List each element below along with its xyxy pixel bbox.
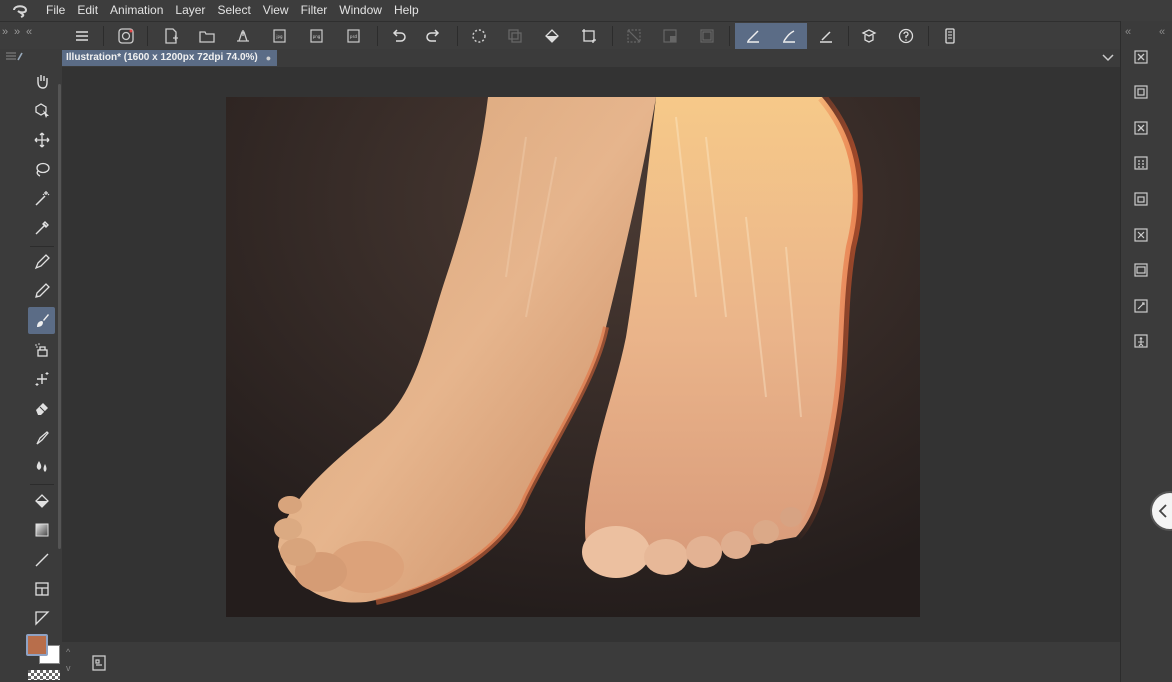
material-palette-icon[interactable] — [1130, 330, 1152, 352]
layer-palette-icon[interactable] — [1130, 259, 1152, 281]
layer-property-icon[interactable] — [1130, 81, 1152, 103]
move-tool-icon[interactable] — [28, 126, 55, 153]
eraser-tool-icon[interactable] — [28, 394, 55, 421]
chevron-left-icon[interactable] — [1150, 491, 1172, 531]
lasso-tool-icon[interactable] — [28, 155, 55, 182]
undo-icon[interactable] — [382, 23, 414, 49]
gradient-tool-icon[interactable] — [28, 516, 55, 543]
airbrush-tool-icon[interactable] — [28, 336, 55, 363]
menu-view[interactable]: View — [257, 0, 295, 21]
new-file-icon[interactable] — [155, 23, 187, 49]
svg-text:psd: psd — [350, 34, 358, 39]
eyedropper-tool-icon[interactable] — [28, 214, 55, 241]
snap-special-ruler-icon[interactable] — [771, 23, 807, 49]
clip-studio-logo-icon[interactable] — [0, 0, 40, 21]
open-folder-icon[interactable] — [191, 23, 223, 49]
convert-selection-icon[interactable] — [654, 23, 686, 49]
fill-tool-icon[interactable] — [28, 487, 55, 514]
clear-selection-icon[interactable] — [463, 23, 495, 49]
menu-help[interactable]: Help — [388, 0, 425, 21]
navigator-icon[interactable] — [1130, 224, 1152, 246]
sub-view-icon[interactable] — [1130, 188, 1152, 210]
palette-grip-icon[interactable] — [4, 49, 24, 63]
svg-text:jpg: jpg — [275, 34, 283, 39]
menu-animation[interactable]: Animation — [104, 0, 169, 21]
canvas-area[interactable] — [62, 67, 1120, 642]
svg-text:png: png — [313, 34, 321, 39]
clip-studio-icon[interactable] — [110, 23, 142, 49]
menu-edit[interactable]: Edit — [71, 0, 104, 21]
collapse-left-dock-icon[interactable]: » — [2, 26, 8, 38]
collapse-right-dock-icon[interactable]: « — [1125, 26, 1131, 38]
canvas-artwork[interactable] — [226, 97, 920, 617]
brush-tool-icon[interactable] — [28, 307, 55, 334]
expand-left-dock-icon[interactable]: » — [14, 26, 20, 38]
border-icon[interactable] — [691, 23, 723, 49]
close-palette-icon[interactable] — [1130, 46, 1152, 68]
document-tab-title: Illustration* (1600 x 1200px 72dpi 74.0%… — [66, 52, 258, 63]
decoration-tool-icon[interactable] — [28, 365, 55, 392]
menu-filter[interactable]: Filter — [295, 0, 334, 21]
frame-tool-icon[interactable] — [28, 575, 55, 602]
expand-right-dock-icon[interactable]: « — [1159, 26, 1165, 38]
export-psd-icon[interactable]: psd — [338, 23, 370, 49]
collapse-left-dock-2-icon[interactable]: « — [26, 26, 32, 38]
scroll-up-icon[interactable]: ^ — [66, 644, 71, 660]
scroll-arrows[interactable]: ^ v — [66, 644, 71, 676]
snap-ruler-icon[interactable] — [735, 23, 771, 49]
menu-file[interactable]: File — [40, 0, 71, 21]
scroll-down-icon[interactable]: v — [66, 660, 71, 676]
tool-palette-scrollbar[interactable] — [58, 84, 61, 549]
menu-layer[interactable]: Layer — [169, 0, 211, 21]
redo-icon[interactable] — [418, 23, 450, 49]
snap-grid-icon[interactable] — [810, 23, 842, 49]
menu-window[interactable]: Window — [333, 0, 388, 21]
liquify-tool-icon[interactable] — [28, 453, 55, 480]
navigator-toggle-icon[interactable] — [90, 654, 108, 672]
clip-studio-assets-icon[interactable] — [853, 23, 885, 49]
main-color-swatch[interactable] — [26, 634, 48, 656]
export-jpg-icon[interactable]: jpg — [264, 23, 296, 49]
object-tool-icon[interactable] — [28, 96, 55, 123]
pen-tool-icon[interactable] — [28, 248, 55, 275]
magic-wand-tool-icon[interactable] — [28, 184, 55, 211]
tool-palette — [0, 49, 62, 682]
line-tool-icon[interactable] — [28, 546, 55, 573]
document-tab-bar: Illustration* (1600 x 1200px 72dpi 74.0%… — [62, 49, 1120, 67]
bottom-bar: ^ v — [62, 642, 1120, 682]
menu-bar: File Edit Animation Layer Select View Fi… — [0, 0, 1172, 21]
pencil-tool-icon[interactable] — [28, 277, 55, 304]
hide-selection-icon[interactable] — [618, 23, 650, 49]
right-palette-dock: « « — [1120, 21, 1172, 682]
tone-palette-icon[interactable] — [1130, 152, 1152, 174]
hand-tool-icon[interactable] — [28, 67, 55, 94]
ruler-tool-icon[interactable] — [28, 604, 55, 631]
close-palette-2-icon[interactable] — [1130, 117, 1152, 139]
painting-of-feet — [226, 97, 920, 617]
command-bar: » » « jpg png psd — [0, 21, 1172, 49]
fill-icon[interactable] — [536, 23, 568, 49]
export-png-icon[interactable]: png — [301, 23, 333, 49]
transform-icon[interactable] — [573, 23, 605, 49]
smartphone-icon[interactable] — [934, 23, 966, 49]
crop-layer-icon[interactable] — [499, 23, 531, 49]
menu-icon[interactable] — [66, 23, 98, 49]
clip-studio-paint-window: File Edit Animation Layer Select View Fi… — [0, 0, 1172, 682]
save-icon[interactable] — [227, 23, 259, 49]
document-tab[interactable]: Illustration* (1600 x 1200px 72dpi 74.0%… — [62, 50, 278, 66]
menu-select[interactable]: Select — [211, 0, 256, 21]
transparent-color-swatch[interactable] — [28, 670, 60, 680]
close-icon[interactable]: ● — [266, 50, 271, 66]
blend-tool-icon[interactable] — [28, 424, 55, 451]
help-icon[interactable] — [890, 23, 922, 49]
history-icon[interactable] — [1130, 295, 1152, 317]
chevron-down-icon[interactable] — [1100, 49, 1116, 67]
